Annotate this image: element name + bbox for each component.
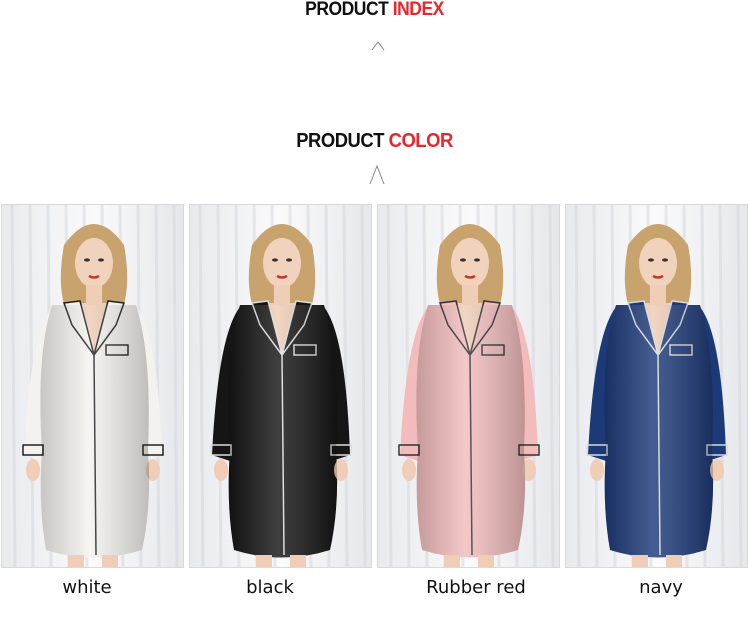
product-photo-3 — [377, 204, 560, 568]
product-color-heading-word: PRODUCT — [296, 130, 389, 152]
color-divider — [165, 162, 590, 188]
color-label-2: black — [246, 577, 294, 598]
color-label-3: Rubber red — [426, 577, 526, 598]
product-index-heading-accent: INDEX — [392, 0, 445, 20]
color-label-4: navy — [639, 577, 683, 598]
product-index-heading-word: PRODUCT — [305, 0, 393, 20]
product-color-heading-accent: COLOR — [388, 130, 454, 152]
product-color-heading: PRODUCT COLOR — [30, 129, 719, 153]
product-photo-2 — [189, 204, 372, 568]
color-label-1: white — [62, 577, 112, 598]
product-photo-1 — [1, 204, 184, 568]
product-index-heading: PRODUCT INDEX — [30, 0, 719, 20]
product-photo-4 — [565, 204, 748, 568]
top-divider — [170, 38, 590, 54]
